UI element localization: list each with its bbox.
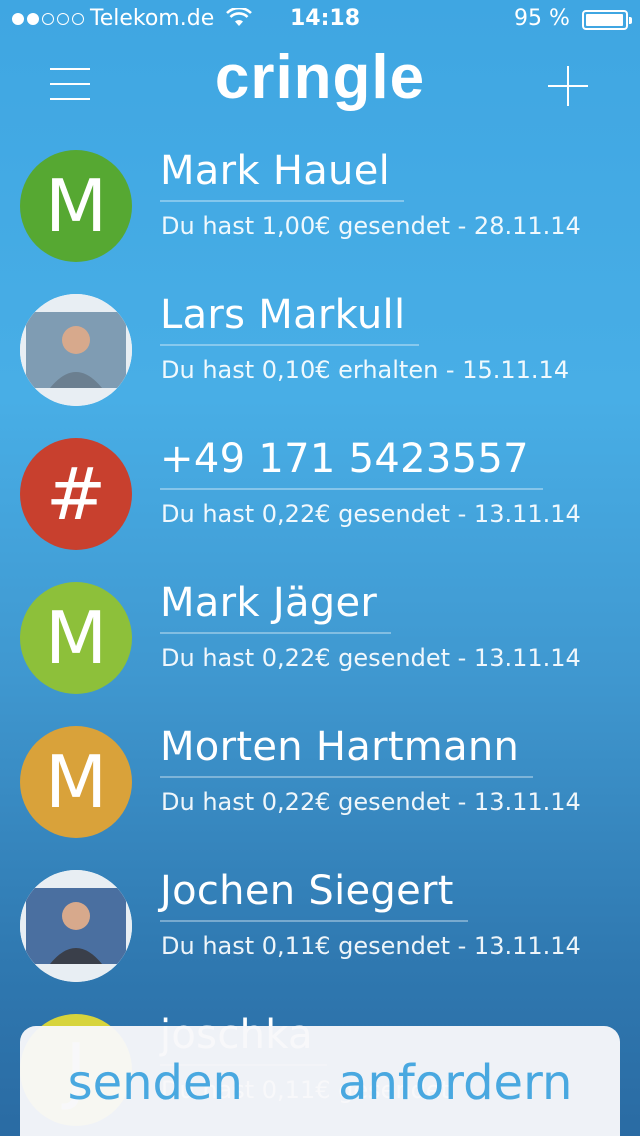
battery-icon [582, 10, 632, 30]
contact-name: Mark Jäger [160, 580, 392, 634]
contact-photo [20, 294, 132, 406]
contact-list: M Mark Hauel Du hast 1,00€ gesendet - 28.1… [0, 140, 640, 1136]
contact-name: Lars Markull [160, 292, 420, 346]
contact-last-transaction: Du hast 0,22€ gesendet - 13.11.14 [161, 788, 581, 816]
contact-avatar: M [20, 582, 132, 694]
contact-avatar: # [20, 438, 132, 550]
plus-icon[interactable] [548, 66, 588, 106]
contact-row[interactable]: # +49 171 5423557 Du hast 0,22€ gesendet -… [0, 428, 640, 572]
contact-name: Jochen Siegert [160, 868, 468, 922]
contact-avatar: M [20, 726, 132, 838]
send-button[interactable]: senden [68, 1051, 243, 1111]
contact-last-transaction: Du hast 0,22€ gesendet - 13.11.14 [161, 644, 581, 672]
avatar-initial: M [44, 740, 108, 824]
contact-last-transaction: Du hast 0,11€ gesendet - 13.11.14 [161, 932, 581, 960]
contact-last-transaction: Du hast 1,00€ gesendet - 28.11.14 [161, 212, 581, 240]
wifi-icon [226, 6, 252, 34]
contact-last-transaction: Du hast 0,22€ gesendet - 13.11.14 [161, 500, 581, 528]
contact-name: Morten Hartmann [160, 724, 534, 778]
battery-percentage: 95 % [514, 6, 570, 31]
status-bar: Telekom.de 14:18 95 % [0, 0, 640, 40]
avatar-initial: M [44, 164, 108, 248]
contact-row[interactable]: M Mark Jäger Du hast 0,22€ gesendet - 13.1… [0, 572, 640, 716]
avatar-initial: # [45, 452, 107, 536]
action-bar: senden anfordern [20, 1026, 620, 1136]
contact-row[interactable]: M Mark Hauel Du hast 1,00€ gesendet - 28.1… [0, 140, 640, 284]
contact-row[interactable]: M Morten Hartmann Du hast 0,22€ gesendet -… [0, 716, 640, 860]
contact-name: Mark Hauel [160, 148, 405, 202]
carrier-name: Telekom.de [90, 6, 215, 31]
signal-strength-icon [12, 13, 84, 25]
avatar-initial: M [44, 596, 108, 680]
request-button[interactable]: anfordern [338, 1051, 572, 1111]
clock: 14:18 [290, 6, 361, 31]
contact-row[interactable]: Jochen Siegert Du hast 0,11€ gesendet - 1… [0, 860, 640, 1004]
contact-photo [20, 870, 132, 982]
contact-row[interactable]: Lars Markull Du hast 0,10€ erhalten - 15.… [0, 284, 640, 428]
contact-last-transaction: Du hast 0,10€ erhalten - 15.11.14 [161, 356, 570, 384]
contact-name: +49 171 5423557 [160, 436, 543, 490]
app-logo: cringle [214, 43, 426, 112]
contact-avatar: M [20, 150, 132, 262]
